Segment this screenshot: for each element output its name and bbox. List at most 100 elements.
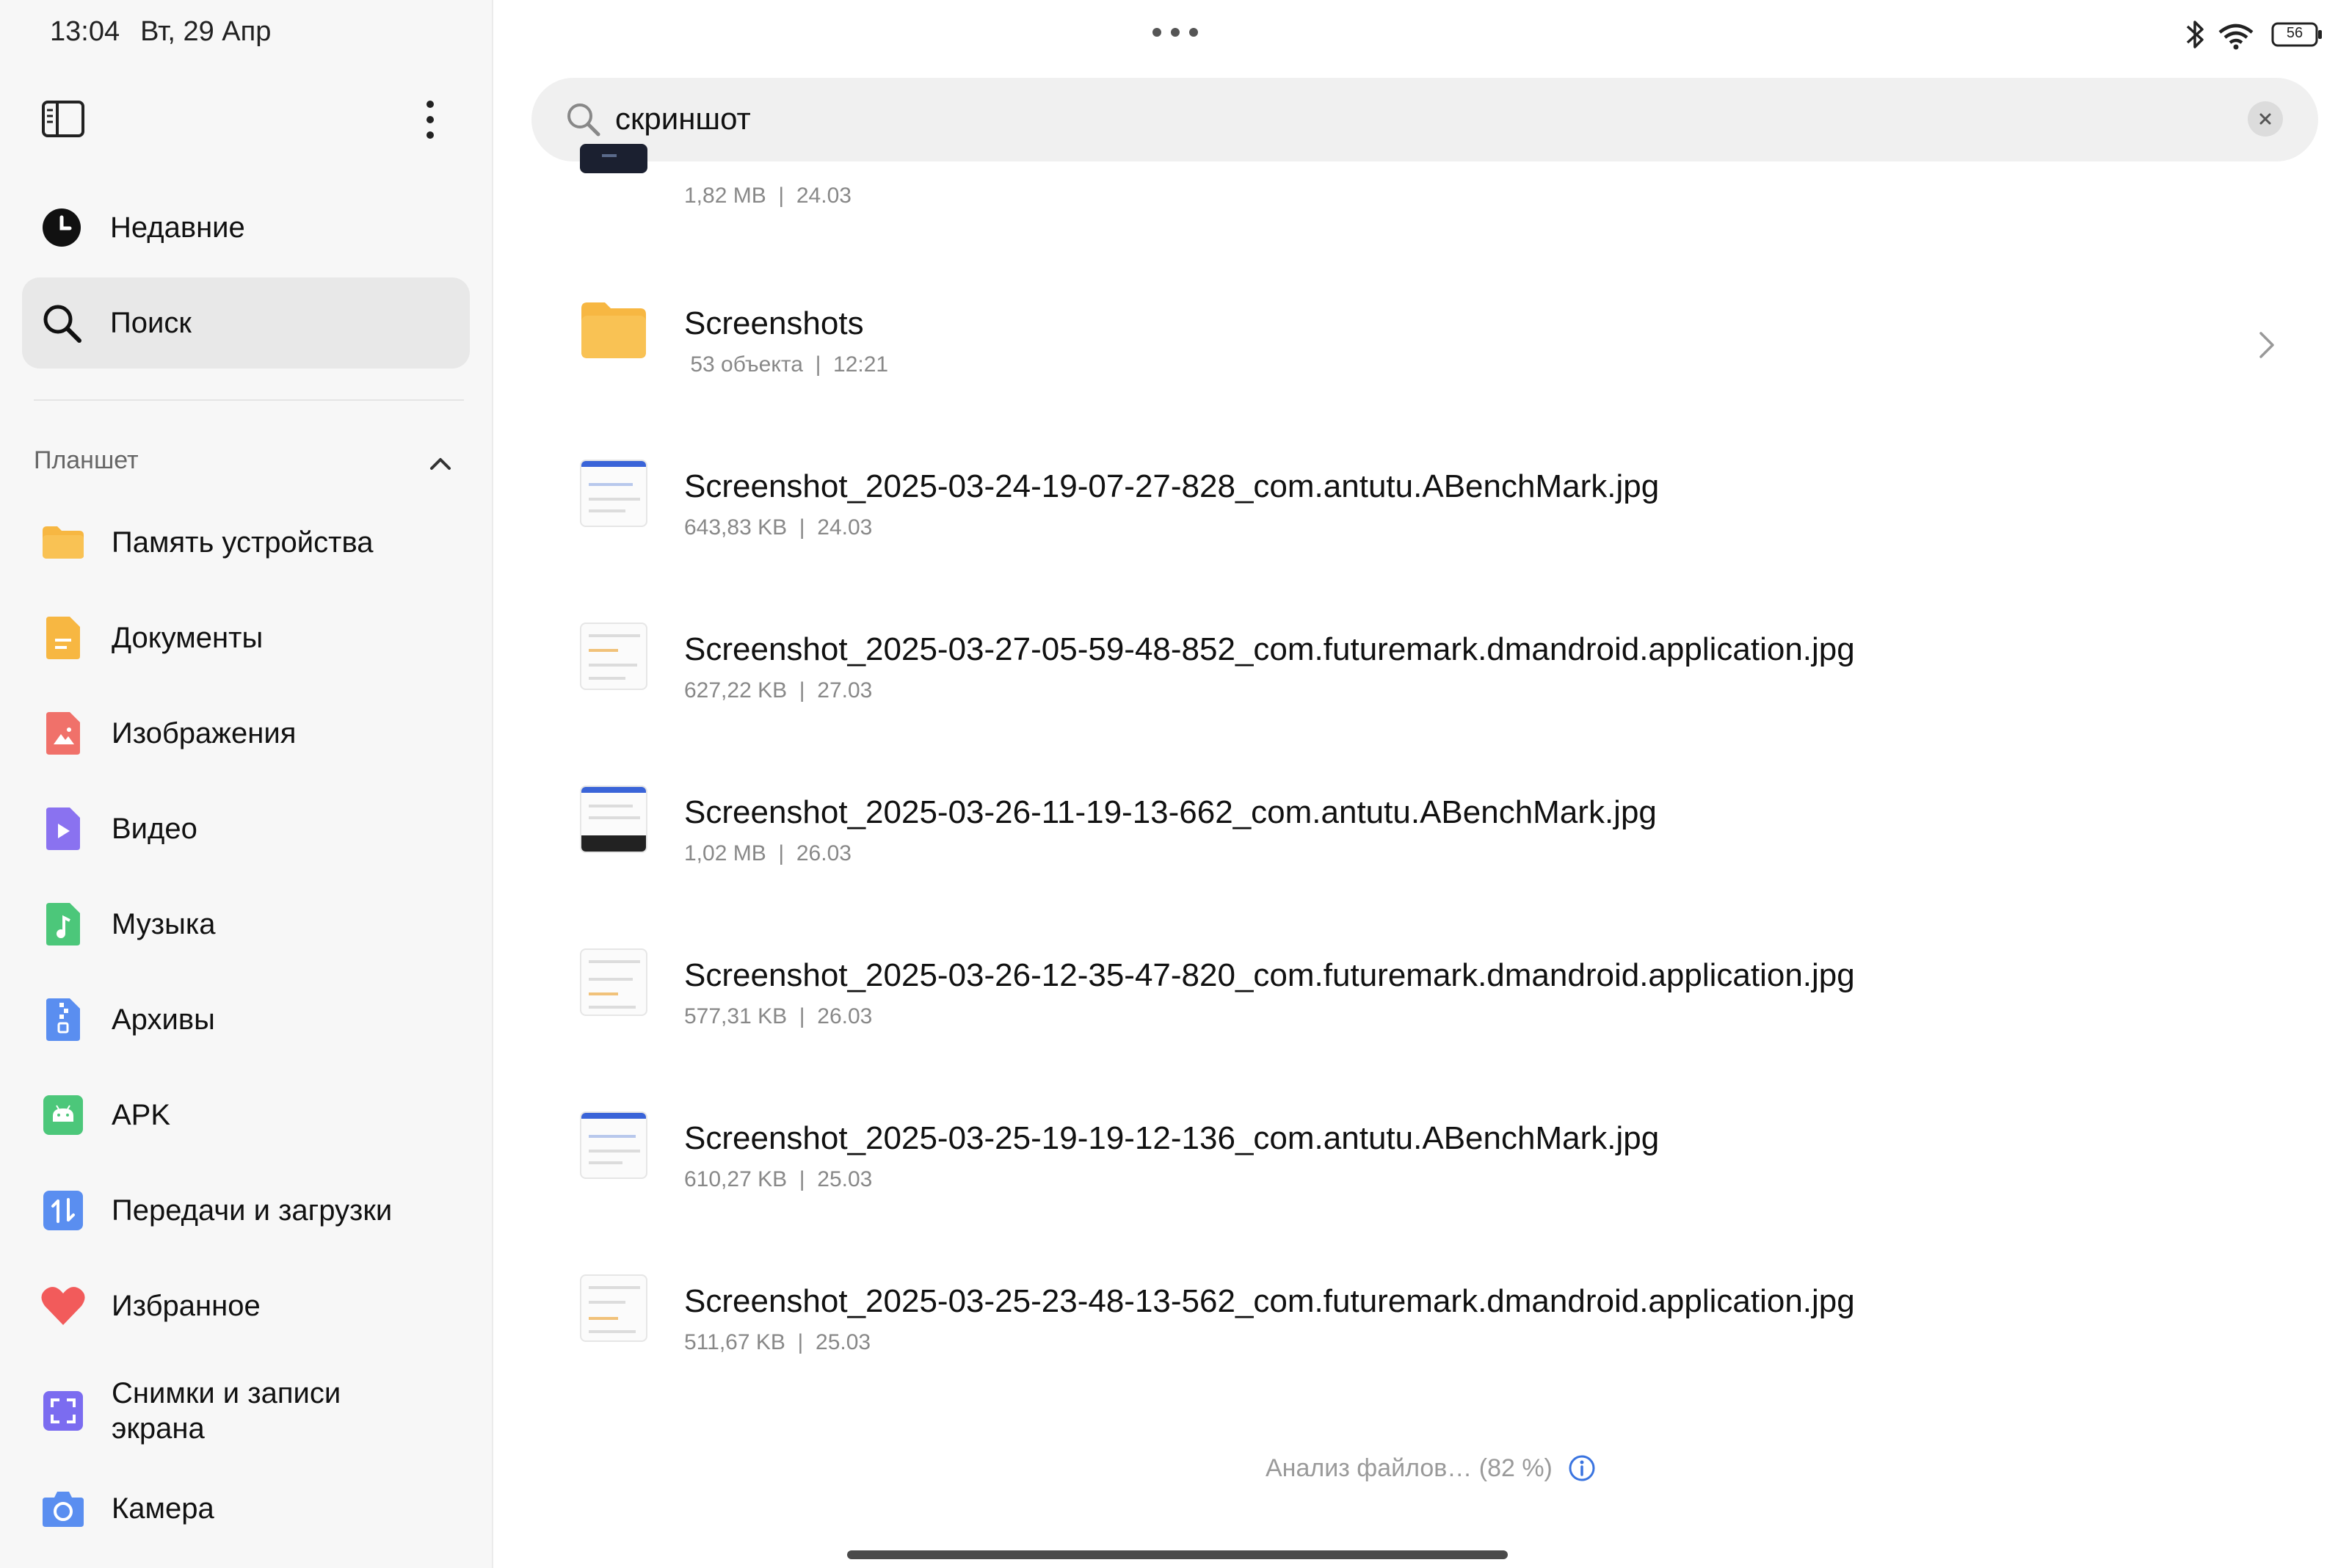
list-item[interactable]: Screenshot_2025-03-25-23-48-13-562_com.f… <box>580 1248 2290 1354</box>
transfer-icon <box>40 1187 87 1234</box>
more-options-icon[interactable] <box>415 98 445 141</box>
file-name: Screenshot_2025-03-24-19-07-27-828_com.a… <box>684 468 1660 504</box>
thumb-header <box>581 1113 646 1119</box>
sidebar-item-video[interactable]: Видео <box>22 788 470 869</box>
file-meta: 1,02 MB | 26.03 <box>684 841 852 865</box>
sidebar-item-music[interactable]: Музыка <box>22 884 470 965</box>
status-clock: 13:04 Вт, 29 Апр <box>50 16 291 48</box>
thumb-line <box>589 1150 640 1153</box>
sidebar-item-label: Архивы <box>112 1003 215 1036</box>
file-name: Screenshot_2025-03-25-23-48-13-562_com.f… <box>684 1283 1855 1319</box>
sidebar-item-archives[interactable]: Архивы <box>22 979 470 1060</box>
sidebar-divider <box>34 399 464 401</box>
list-item[interactable]: 1,82 MB | 24.03 <box>580 137 2290 217</box>
file-size: 643,83 KB <box>684 515 788 540</box>
sidebar-item-label: Поиск <box>110 306 192 339</box>
sidebar-item-camera[interactable]: Камера <box>22 1468 470 1549</box>
file-name: Screenshot_2025-03-25-19-19-12-136_com.a… <box>684 1120 1660 1156</box>
file-meta: 610,27 KB | 25.03 <box>684 1167 873 1191</box>
file-meta: 53 объекта | 12:21 <box>690 352 889 377</box>
file-thumbnail <box>580 460 647 527</box>
file-date: 25.03 <box>817 1167 873 1191</box>
chevron-up-icon[interactable] <box>426 449 455 479</box>
sidebar-item-favorites[interactable]: Избранное <box>22 1266 470 1346</box>
list-item[interactable]: Screenshot_2025-03-24-19-07-27-828_com.a… <box>580 433 2290 540</box>
info-icon[interactable] <box>1567 1453 1597 1483</box>
file-date: 26.03 <box>817 1004 873 1028</box>
sidebar-item-screenshots[interactable]: Снимки и записи экрана <box>22 1367 470 1455</box>
thumb-line <box>589 1135 636 1138</box>
status-icons: 56 <box>2179 16 2326 53</box>
list-item-folder[interactable]: Screenshots 53 объекта | 12:21 <box>580 270 2290 377</box>
camera-icon <box>40 1485 87 1532</box>
list-item[interactable]: Screenshot_2025-03-26-11-19-13-662_com.a… <box>580 759 2290 865</box>
sidebar-item-apk[interactable]: APK <box>22 1075 470 1155</box>
battery-level: 56 <box>2286 25 2303 41</box>
sidebar-item-images[interactable]: Изображения <box>22 693 470 774</box>
home-indicator[interactable] <box>847 1550 1508 1559</box>
clock-icon <box>40 206 84 250</box>
music-icon <box>40 901 87 948</box>
file-thumbnail <box>580 785 647 853</box>
thumb-line <box>602 154 617 157</box>
file-size: 610,27 KB <box>684 1167 788 1191</box>
thumb-line <box>589 805 633 807</box>
thumb-line <box>589 978 633 981</box>
sidebar-item-documents[interactable]: Документы <box>22 598 470 678</box>
sidebar-item-device-storage[interactable]: Память устройства <box>22 502 470 583</box>
thumb-line <box>589 816 640 819</box>
screenshot-icon <box>40 1387 87 1434</box>
file-meta: 1,82 MB | 24.03 <box>684 184 852 208</box>
file-date: 24.03 <box>817 515 873 540</box>
file-size: 577,31 KB <box>684 1004 788 1028</box>
thumb-line <box>589 1301 625 1304</box>
folder-icon <box>580 297 647 364</box>
list-item[interactable]: Screenshot_2025-03-25-19-19-12-136_com.a… <box>580 1085 2290 1191</box>
file-meta: 627,22 KB | 27.03 <box>684 678 873 703</box>
file-date: 26.03 <box>796 841 852 865</box>
sidebar-item-search[interactable]: Поиск <box>22 277 470 369</box>
file-name: Screenshots <box>684 305 864 341</box>
file-meta: 511,67 KB | 25.03 <box>684 1330 871 1354</box>
sidebar-item-label: Музыка <box>112 908 216 940</box>
thumb-header <box>581 787 646 793</box>
analysis-status-text: Анализ файлов… (82 %) <box>1266 1453 1553 1482</box>
folder-count: 53 объекта <box>690 352 803 377</box>
list-item[interactable]: Screenshot_2025-03-27-05-59-48-852_com.f… <box>580 596 2290 703</box>
thumb-line <box>589 483 633 486</box>
clear-search-icon[interactable] <box>2248 101 2283 137</box>
file-name: Screenshot_2025-03-26-12-35-47-820_com.f… <box>684 957 1855 993</box>
sidebar-toggle-icon[interactable] <box>41 100 85 138</box>
thumb-line <box>589 1161 622 1164</box>
file-date: 27.03 <box>817 678 873 703</box>
file-thumbnail <box>580 1274 647 1342</box>
analysis-status: Анализ файлов… (82 %) <box>1266 1453 1597 1483</box>
thumb-line <box>589 498 640 501</box>
window-handle-dots-icon[interactable] <box>1150 25 1201 40</box>
file-date: 12:21 <box>833 352 889 377</box>
thumb-line <box>589 1006 636 1009</box>
folder-icon <box>40 519 87 566</box>
sidebar-item-recent[interactable]: Недавние <box>22 182 470 273</box>
file-name: Screenshot_2025-03-27-05-59-48-852_com.f… <box>684 631 1855 667</box>
file-size: 627,22 KB <box>684 678 788 703</box>
thumb-dark-band <box>581 835 646 852</box>
sidebar-item-label: APK <box>112 1099 171 1131</box>
file-name: Screenshot_2025-03-26-11-19-13-662_com.a… <box>684 794 1657 830</box>
file-size: 1,82 MB <box>684 184 766 208</box>
heart-icon <box>40 1282 87 1329</box>
thumb-line <box>589 992 618 995</box>
thumb-header <box>581 461 646 467</box>
list-item[interactable]: Screenshot_2025-03-26-12-35-47-820_com.f… <box>580 922 2290 1028</box>
sidebar-item-label: Камера <box>112 1492 214 1525</box>
document-icon <box>40 614 87 661</box>
video-icon <box>40 805 87 852</box>
thumb-line <box>589 677 625 680</box>
file-meta: 577,31 KB | 26.03 <box>684 1004 873 1028</box>
sidebar-item-label: Видео <box>112 813 197 845</box>
sidebar-item-transfers[interactable]: Передачи и загрузки <box>22 1170 470 1251</box>
thumb-line <box>589 634 640 637</box>
search-input[interactable]: скриншот <box>615 101 751 137</box>
section-title-tablet: Планшет <box>34 446 139 474</box>
file-thumbnail <box>580 623 647 690</box>
